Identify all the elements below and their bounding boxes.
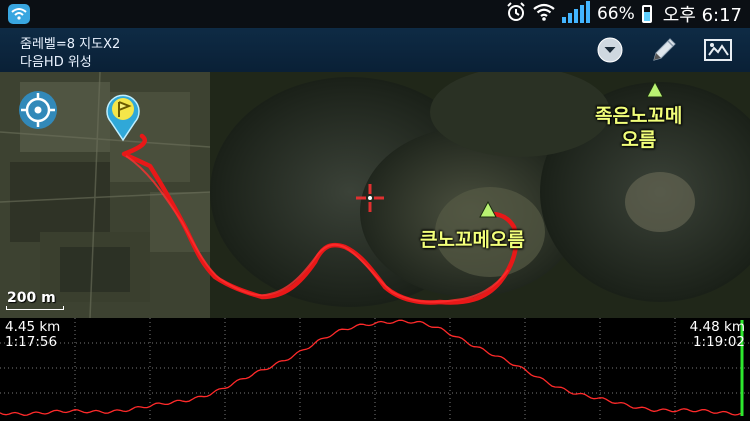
battery-icon xyxy=(641,5,652,23)
edit-pencil-icon xyxy=(653,38,676,61)
map-layer-icon xyxy=(704,39,732,61)
map-source-text: 다음HD 위성 xyxy=(20,55,92,70)
start-pin[interactable] xyxy=(103,92,143,142)
elevation-graph xyxy=(0,318,750,421)
locate-icon xyxy=(19,91,57,129)
dropdown-icon xyxy=(597,37,623,63)
peak-label-small: 족은노꼬메 오름 xyxy=(595,105,683,151)
profile-grid xyxy=(0,318,750,421)
clock: 오후 6:17 xyxy=(662,5,742,26)
status-bar: 66% 오후 6:17 xyxy=(0,0,750,28)
end-time: 1:19:02 xyxy=(692,334,745,350)
my-location-button[interactable] xyxy=(18,90,58,130)
elevation-profile[interactable]: 4.45 km 1:17:56 4.48 km 1:19:02 xyxy=(0,318,750,421)
end-distance: 4.48 km xyxy=(689,319,745,335)
edit-button[interactable] xyxy=(648,34,680,66)
start-distance: 4.45 km xyxy=(5,319,61,335)
scale-bar xyxy=(6,306,64,310)
scale-label: 200 m xyxy=(7,290,56,306)
wifi-icon xyxy=(533,3,555,26)
dropdown-button[interactable] xyxy=(594,34,626,66)
battery-percent: 66% xyxy=(596,4,635,24)
app-icon xyxy=(8,4,30,24)
alarm-icon xyxy=(506,1,526,27)
start-time: 1:17:56 xyxy=(5,334,58,350)
map-layer-button[interactable] xyxy=(702,34,734,66)
zoom-level-text: 줌레벨=8 지도X2 xyxy=(20,37,121,52)
profile-start-readout: 4.45 km 1:17:56 xyxy=(5,320,60,350)
peak-label-big: 큰노꼬메오름 xyxy=(420,229,525,251)
signal-icon xyxy=(561,1,590,23)
elevation-line xyxy=(0,319,742,416)
satellite-map[interactable]: 족은노꼬메 오름 큰노꼬메오름 200 m xyxy=(0,72,750,318)
action-bar: 줌레벨=8 지도X2 다음HD 위성 xyxy=(0,28,750,72)
map-scale: 200 m xyxy=(6,290,64,312)
profile-end-readout: 4.48 km 1:19:02 xyxy=(690,320,745,350)
flag-pin-icon xyxy=(106,94,140,142)
